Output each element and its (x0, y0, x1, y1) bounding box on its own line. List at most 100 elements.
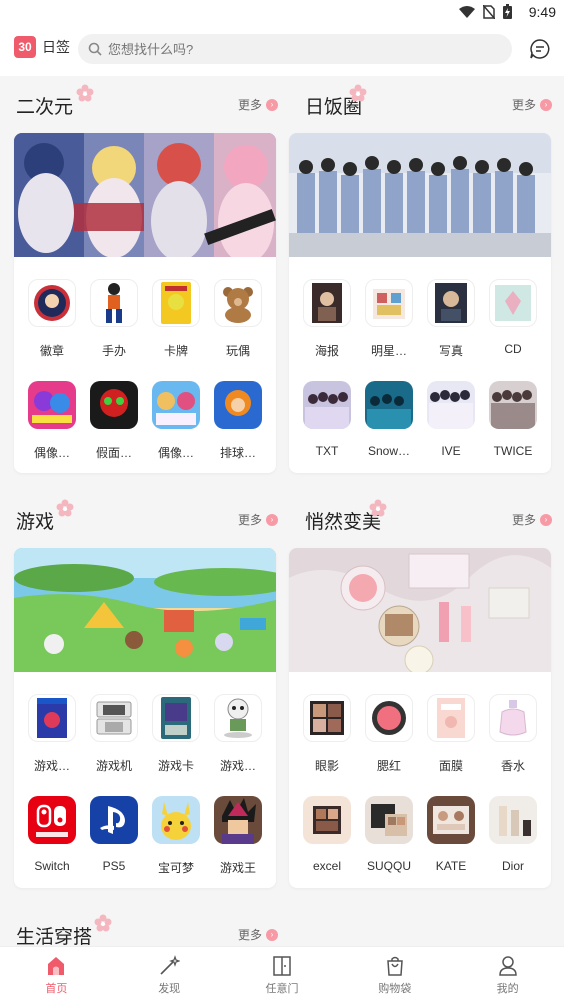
tab-anywhere-door[interactable]: 任意门 (226, 947, 339, 1002)
item-label: 手办 (101, 344, 126, 358)
section-lifestyle: 生活穿搭 更多 › (0, 906, 290, 946)
status-time: 9:49 (528, 4, 556, 20)
list-item[interactable]: Dior (482, 774, 544, 876)
item-label: 游戏… (219, 759, 256, 773)
cd-icon (489, 279, 537, 327)
category-grid: 海报 明星… 写真 CD TXT Snow… IVE TWICE (289, 257, 551, 461)
list-item[interactable]: 假面… (83, 359, 145, 461)
list-item[interactable]: TXT (296, 359, 358, 461)
idol-game-icon (28, 381, 76, 429)
plush-icon (214, 279, 262, 327)
figure-icon (90, 279, 138, 327)
list-item[interactable]: 手办 (83, 257, 145, 359)
more-label: 更多 (511, 98, 536, 112)
tab-home[interactable]: 首页 (0, 947, 113, 1002)
message-icon[interactable] (528, 37, 552, 61)
list-item[interactable]: 偶像… (21, 359, 83, 461)
list-item[interactable]: 卡牌 (145, 257, 207, 359)
more-link[interactable]: 更多 › (512, 96, 552, 113)
item-label: Dior (501, 859, 524, 873)
list-item[interactable]: 游戏卡 (145, 672, 207, 774)
item-label: 宝可梦 (157, 861, 194, 875)
list-item[interactable]: PS5 (83, 774, 145, 876)
list-item[interactable]: 玩偶 (207, 257, 269, 359)
more-label: 更多 (511, 513, 536, 527)
anime-banner[interactable] (14, 133, 276, 257)
wifi-icon (459, 5, 475, 18)
item-label: 排球… (219, 446, 256, 460)
status-icons (459, 4, 512, 19)
item-label: 玩偶 (225, 344, 250, 358)
list-item[interactable]: 写真 (420, 257, 482, 359)
list-item[interactable]: 游戏… (207, 672, 269, 774)
kpop-group-banner[interactable] (289, 133, 551, 257)
item-label: Snow… (367, 444, 411, 458)
list-item[interactable]: TWICE (482, 359, 544, 461)
list-item[interactable]: KATE (420, 774, 482, 876)
tab-profile[interactable]: 我的 (451, 947, 564, 1002)
game-banner[interactable] (14, 548, 276, 672)
item-label: 面膜 (438, 759, 463, 773)
tab-discover[interactable]: 发现 (113, 947, 226, 1002)
signin-label: 日签 (42, 39, 70, 55)
blossom-icon (349, 84, 367, 102)
more-link[interactable]: 更多 › (238, 96, 278, 113)
item-label: 假面… (95, 446, 132, 460)
amiibo-icon (214, 694, 262, 742)
excel-palette-icon (303, 796, 351, 844)
list-item[interactable]: 香水 (482, 672, 544, 774)
list-item[interactable]: 偶像… (145, 359, 207, 461)
idol-anime-icon (152, 381, 200, 429)
list-item[interactable]: 海报 (296, 257, 358, 359)
item-label: TXT (315, 444, 339, 458)
list-item[interactable]: 面膜 (420, 672, 482, 774)
list-item[interactable]: 明星… (358, 257, 420, 359)
magic-wand-icon (160, 955, 181, 975)
more-link[interactable]: 更多 › (238, 511, 278, 528)
item-label: 偶像… (33, 446, 70, 460)
search-input[interactable] (108, 41, 488, 57)
section-title: 游戏 (16, 512, 55, 533)
daily-signin-button[interactable]: 30 日签 (14, 36, 70, 58)
home-icon (48, 957, 65, 975)
star-goods-icon (365, 279, 413, 327)
battery-icon (503, 4, 512, 19)
list-item[interactable]: 游戏… (21, 672, 83, 774)
island-game-illustration (14, 548, 276, 672)
list-item[interactable]: 游戏王 (207, 774, 269, 876)
mask-icon (427, 694, 475, 742)
list-item[interactable]: SUQQU (358, 774, 420, 876)
item-label: PS5 (102, 859, 126, 873)
list-item[interactable]: CD (482, 257, 544, 359)
category-grid: 眼影 腮红 面膜 香水 excel SUQQU KATE Dior (289, 672, 551, 876)
more-link[interactable]: 更多 › (238, 926, 278, 943)
home-content: 二次元 更多 › 徽章 手办 卡牌 玩偶 偶像… 假面… 偶像… 排球… 日饭圈… (0, 76, 564, 946)
list-item[interactable]: excel (296, 774, 358, 876)
list-item[interactable]: 腮红 (358, 672, 420, 774)
list-item[interactable]: IVE (420, 359, 482, 461)
list-item[interactable]: 宝可梦 (145, 774, 207, 876)
section-title: 二次元 (16, 97, 74, 118)
section-title: 生活穿搭 (16, 927, 93, 946)
item-label: KATE (435, 859, 467, 873)
more-label: 更多 (237, 98, 262, 112)
list-item[interactable]: Snow… (358, 359, 420, 461)
signin-day: 30 (18, 40, 32, 54)
search-bar[interactable] (78, 34, 512, 64)
cosmetics-banner[interactable] (289, 548, 551, 672)
item-label: 明星… (370, 344, 407, 358)
switch-logo-icon (28, 796, 76, 844)
list-item[interactable]: 徽章 (21, 257, 83, 359)
ps-logo-icon (90, 796, 138, 844)
tab-label: 任意门 (265, 983, 299, 995)
list-item[interactable]: 眼影 (296, 672, 358, 774)
blossom-icon (369, 499, 387, 517)
list-item[interactable]: 排球… (207, 359, 269, 461)
kate-palette-icon (427, 796, 475, 844)
list-item[interactable]: Switch (21, 774, 83, 876)
tab-shopping-bag[interactable]: 购物袋 (338, 947, 451, 1002)
section-beauty: 悄然变美 更多 › 眼影 腮红 面膜 香水 excel SUQQU KATE D… (275, 491, 564, 891)
more-link[interactable]: 更多 › (512, 511, 552, 528)
item-label: 卡牌 (163, 344, 188, 358)
list-item[interactable]: 游戏机 (83, 672, 145, 774)
